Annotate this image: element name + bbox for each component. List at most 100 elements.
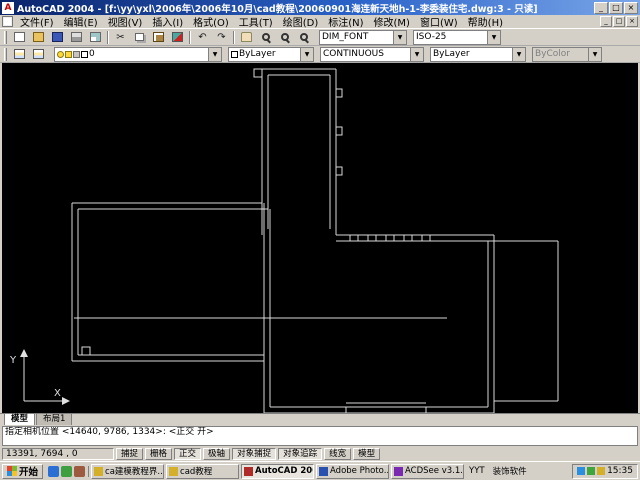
menu-view[interactable]: 视图(V) [103,14,148,29]
maximize-button[interactable]: □ [609,2,623,14]
taskbar-task-4[interactable]: ACDSee v3.1... [391,464,464,479]
status-toggle-model[interactable]: 模型 [353,448,380,460]
toolbar-separator [189,31,191,44]
taskbar-task-3[interactable]: Adobe Photo... [316,464,389,479]
chevron-down-icon[interactable]: ▼ [393,31,406,44]
chevron-down-icon[interactable]: ▼ [208,48,221,61]
menu-bar: 文件(F)编辑(E)视图(V)插入(I)格式(O)工具(T)绘图(D)标注(N)… [0,15,640,29]
status-toggle-snap[interactable]: 捕捉 [116,448,143,460]
start-button[interactable]: 开始 [2,464,43,479]
coordinates-display[interactable]: 13391, 7694 , 0 [2,448,114,460]
drawing-area[interactable]: Y X [0,63,640,413]
text-style-combo[interactable]: DIM_FONT ▼ [319,30,407,45]
ucs-y-label: Y [9,355,17,366]
tab-model[interactable]: 模型 [4,413,35,425]
layout-tabs: 模型布局1 [0,413,640,425]
make-object-layer-current-button[interactable] [29,47,48,62]
redo-button[interactable]: ↷ [212,30,231,45]
standard-toolbar-icons: ✂ ↶ ↷ [10,30,313,45]
quicklaunch-desktop-icon[interactable] [61,466,72,477]
qnew-button[interactable] [10,30,29,45]
layers-toolbar-icons [10,47,48,62]
menu-dimension[interactable]: 标注(N) [323,14,368,29]
toolbar-grip[interactable] [4,48,7,61]
plot-button[interactable] [67,30,86,45]
layers-toolbar: 0 ▼ ByLayer ▼ CONTINUOUS ▼ ByLayer ▼ ByC… [0,46,640,63]
layer-properties-button[interactable] [10,47,29,62]
tray-antivirus-icon[interactable] [587,467,595,475]
chevron-down-icon[interactable]: ▼ [410,48,423,61]
color-combo[interactable]: ByLayer ▼ [228,47,314,62]
toolbar-grip[interactable] [4,31,7,44]
lineweight-combo[interactable]: ByLayer ▼ [430,47,526,62]
child-restore-button[interactable]: □ [613,16,625,27]
window-mark [336,127,342,135]
chevron-down-icon[interactable]: ▼ [300,48,313,61]
menu-draw[interactable]: 绘图(D) [278,14,324,29]
clock: 15:35 [607,466,633,476]
chevron-down-icon: ▼ [588,48,601,61]
tray-network-icon[interactable] [577,467,585,475]
quicklaunch-ie-icon[interactable] [48,466,59,477]
menu-tools[interactable]: 工具(T) [234,14,278,29]
chevron-down-icon[interactable]: ▼ [512,48,525,61]
tray-volume-icon[interactable] [597,467,605,475]
menu-insert[interactable]: 插入(I) [147,14,188,29]
plot-preview-button[interactable] [86,30,105,45]
zoom-realtime-button[interactable] [256,30,275,45]
status-toggle-ortho[interactable]: 正交 [174,448,201,460]
layer-freeze-icon [65,51,72,58]
save-button[interactable] [48,30,67,45]
undo-button[interactable]: ↶ [193,30,212,45]
zoom-window-icon [281,33,289,41]
taskbar-task-2[interactable]: AutoCAD 200... [241,464,314,479]
status-toggle-otrack[interactable]: 对象追踪 [278,448,322,460]
close-button[interactable]: × [624,2,638,14]
child-close-button[interactable]: × [626,16,638,27]
pan-button[interactable] [237,30,256,45]
copy-button[interactable] [130,30,149,45]
window-mark [350,235,358,241]
menu-format[interactable]: 格式(O) [188,14,234,29]
paste-button[interactable] [149,30,168,45]
menu-file[interactable]: 文件(F) [15,14,59,29]
open-icon [33,32,44,42]
status-toggle-grid[interactable]: 栅格 [145,448,172,460]
task-label: cad教程 [180,465,212,477]
command-window[interactable]: 指定相机位置 <14640, 9786, 1334>: <正交 开> [0,425,640,447]
tab-layout1[interactable]: 布局1 [36,413,72,425]
paste-icon [153,32,164,42]
zoom-previous-button[interactable] [294,30,313,45]
drawing-window-icon [2,16,13,27]
matchprop-button[interactable] [168,30,187,45]
child-minimize-button[interactable]: _ [600,16,612,27]
ucs-x-label: X [54,388,61,399]
layer-combo[interactable]: 0 ▼ [54,47,222,62]
chevron-down-icon[interactable]: ▼ [487,31,500,44]
linetype-combo[interactable]: CONTINUOUS ▼ [320,47,424,62]
quicklaunch-player-icon[interactable] [74,466,85,477]
task-app-icon [244,467,253,476]
status-toggle-osnap[interactable]: 对象捕捉 [232,448,276,460]
menu-window[interactable]: 窗口(W) [415,14,463,29]
zoom-window-button[interactable] [275,30,294,45]
layer-on-icon [57,51,64,58]
undo-icon: ↶ [197,32,208,42]
menu-modify[interactable]: 修改(M) [369,14,415,29]
status-toggle-polar[interactable]: 极轴 [203,448,230,460]
open-button[interactable] [29,30,48,45]
status-toggle-lwt[interactable]: 线宽 [324,448,351,460]
minimize-button[interactable]: _ [594,2,608,14]
lineweight-value: ByLayer [433,49,512,59]
menu-help[interactable]: 帮助(H) [463,14,508,29]
taskbar-task-1[interactable]: cad教程 [166,464,239,479]
window-mark [386,235,394,241]
status-bar: 13391, 7694 , 0 捕捉栅格正交极轴对象捕捉对象追踪线宽模型 [0,447,640,461]
cut-button[interactable]: ✂ [111,30,130,45]
dim-style-combo[interactable]: ISO-25 ▼ [413,30,501,45]
menu-edit[interactable]: 编辑(E) [59,14,103,29]
window-mark [346,407,426,413]
taskband-label[interactable]: 装饰软件 [490,465,530,477]
taskbar-task-0[interactable]: ca建模教程界... [91,464,164,479]
task-label: ACDSee v3.1... [405,466,464,476]
